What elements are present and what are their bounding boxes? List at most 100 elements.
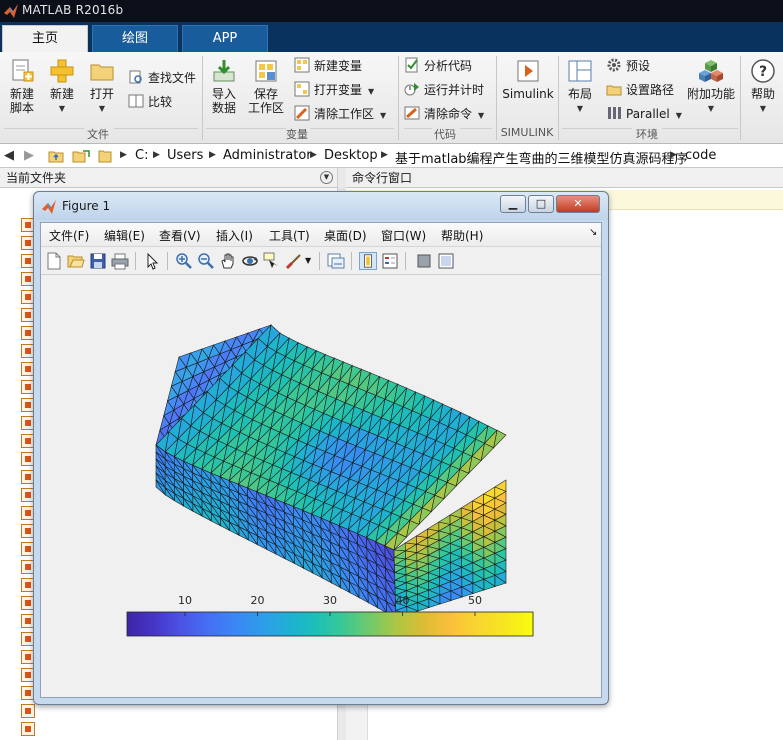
run-and-time-button[interactable]: 运行并计时 (404, 80, 484, 100)
surface-plot[interactable]: 10 20 30 40 50 (41, 275, 601, 697)
colorbar-segment (140, 612, 145, 636)
breadcrumb-desktop[interactable]: Desktop (324, 148, 378, 163)
preferences-label: 预设 (626, 59, 651, 73)
curved-block-surface[interactable] (155, 324, 507, 620)
import-data-button[interactable]: 导入 数据 (206, 58, 242, 115)
layout-dropdown-arrow-icon[interactable]: ▼ (562, 102, 598, 116)
clear-workspace-dropdown-icon[interactable]: ▼ (380, 111, 386, 120)
find-files-label: 查找文件 (148, 71, 197, 85)
colorbar[interactable]: 10 20 30 40 50 (126, 594, 534, 637)
show-plot-tools-icon[interactable] (437, 252, 455, 270)
open-file-icon[interactable] (67, 252, 85, 270)
layout-button[interactable]: 布局 ▼ (562, 58, 598, 116)
breadcrumb-drive[interactable]: C: (135, 148, 148, 163)
find-files-button[interactable]: 查找文件 (128, 68, 196, 88)
addons-dropdown-arrow-icon[interactable]: ▼ (686, 102, 736, 116)
colorbar-segment (516, 612, 521, 636)
simulink-button[interactable]: Simulink (500, 58, 556, 101)
pan-icon[interactable] (219, 252, 237, 270)
address-bar: ◀ ▶ ▶ C: ▶ Users ▶ Administrator ▶ Deskt… (0, 144, 783, 168)
zoom-out-icon[interactable] (197, 252, 215, 270)
new-script-label-1: 新建 (9, 87, 34, 101)
code-group-line-right (460, 128, 492, 129)
clear-commands-button[interactable]: 清除命令 ▼ (404, 104, 484, 124)
breadcrumb-users[interactable]: Users (167, 148, 203, 163)
figure-title-bar[interactable]: Figure 1 ▁ □ ✕ (34, 192, 608, 220)
save-workspace-button[interactable]: 保存 工作区 (246, 58, 286, 115)
zoom-in-icon[interactable] (175, 252, 193, 270)
brush-dropdown-icon[interactable]: ▼ (305, 252, 313, 270)
parallel-dropdown-icon[interactable]: ▼ (676, 111, 682, 120)
new-figure-icon[interactable] (45, 252, 63, 270)
colorbar-segment (333, 612, 338, 636)
open-button[interactable]: 打开 ▼ (84, 58, 120, 116)
back-icon[interactable]: ◀ (4, 148, 14, 163)
new-variable-button[interactable]: 新建变量 (294, 56, 362, 76)
breadcrumb-project-folder[interactable]: 基于matlab编程产生弯曲的三维模型仿真源码程序 (395, 148, 688, 167)
menu-insert[interactable]: 插入(I) (216, 227, 253, 244)
compare-icon (128, 94, 144, 108)
new-dropdown-arrow-icon[interactable]: ▼ (44, 102, 80, 116)
folder-icon (90, 64, 114, 81)
maximize-button[interactable]: □ (528, 195, 554, 213)
parallel-button[interactable]: Parallel ▼ (606, 104, 682, 124)
colorbar-icon[interactable] (359, 252, 377, 270)
breadcrumb-code[interactable]: code (685, 148, 716, 163)
colorbar-segment (292, 612, 297, 636)
open-variable-button[interactable]: 打开变量 ▼ (294, 80, 374, 100)
axes-area[interactable]: 10 20 30 40 50 (41, 275, 601, 697)
file-item-icon[interactable] (21, 704, 35, 718)
help-button[interactable]: ? 帮助 ▼ (746, 58, 780, 116)
compare-button[interactable]: 比较 (128, 92, 172, 112)
open-dropdown-arrow-icon[interactable]: ▼ (84, 102, 120, 116)
analyze-code-button[interactable]: 分析代码 (404, 56, 472, 76)
browse-folder-icon[interactable] (72, 149, 90, 163)
panel-menu-icon[interactable]: ▼ (320, 171, 333, 184)
set-path-button[interactable]: 设置路径 (606, 80, 674, 100)
tab-plots[interactable]: 绘图 (92, 25, 178, 52)
dock-arrow-icon[interactable]: ↘ (589, 227, 597, 238)
forward-icon[interactable]: ▶ (24, 148, 34, 163)
open-variable-dropdown-icon[interactable]: ▼ (368, 87, 374, 96)
clear-workspace-button[interactable]: 清除工作区 ▼ (294, 104, 386, 124)
print-icon[interactable] (111, 252, 129, 270)
new-script-button[interactable]: 新建 脚本 (4, 58, 40, 115)
brush-icon[interactable] (285, 252, 303, 270)
menu-help[interactable]: 帮助(H) (441, 227, 483, 244)
separator (558, 56, 559, 140)
up-folder-icon[interactable] (48, 149, 64, 163)
tab-apps[interactable]: APP (182, 25, 268, 52)
rotate-3d-icon[interactable] (241, 252, 259, 270)
clear-commands-dropdown-icon[interactable]: ▼ (478, 111, 484, 120)
figure-toolbar: ▼ (41, 247, 601, 275)
menu-desktop[interactable]: 桌面(D) (324, 227, 367, 244)
addons-button[interactable]: 附加功能 ▼ (686, 58, 736, 116)
menu-tools[interactable]: 工具(T) (269, 227, 310, 244)
menu-edit[interactable]: 编辑(E) (104, 227, 145, 244)
pointer-icon[interactable] (143, 252, 161, 270)
new-button[interactable]: 新建 ▼ (44, 58, 80, 116)
file-item-icon[interactable] (21, 722, 35, 736)
breadcrumb-administrator[interactable]: Administrator (223, 148, 312, 163)
menu-window[interactable]: 窗口(W) (381, 227, 426, 244)
figure-title: Figure 1 (62, 199, 111, 213)
colorbar-segment (363, 612, 368, 636)
close-button[interactable]: ✕ (556, 195, 600, 213)
help-dropdown-arrow-icon[interactable]: ▼ (746, 102, 780, 116)
tab-home[interactable]: 主页 (2, 25, 88, 52)
menu-file[interactable]: 文件(F) (49, 227, 89, 244)
hide-plot-tools-icon[interactable] (415, 252, 433, 270)
minimize-button[interactable]: ▁ (500, 195, 526, 213)
preferences-button[interactable]: 预设 (606, 56, 650, 76)
colorbar-segment (424, 612, 429, 636)
link-plot-icon[interactable] (327, 252, 345, 270)
parallel-label: Parallel (626, 107, 670, 121)
legend-icon[interactable] (381, 252, 399, 270)
path-separator-icon: ▶ (670, 150, 677, 160)
data-cursor-icon[interactable] (263, 252, 281, 270)
save-icon[interactable] (89, 252, 107, 270)
root-folder-icon[interactable] (98, 149, 112, 163)
colorbar-segment (384, 612, 389, 636)
layout-label: 布局 (567, 87, 592, 101)
menu-view[interactable]: 查看(V) (159, 227, 201, 244)
